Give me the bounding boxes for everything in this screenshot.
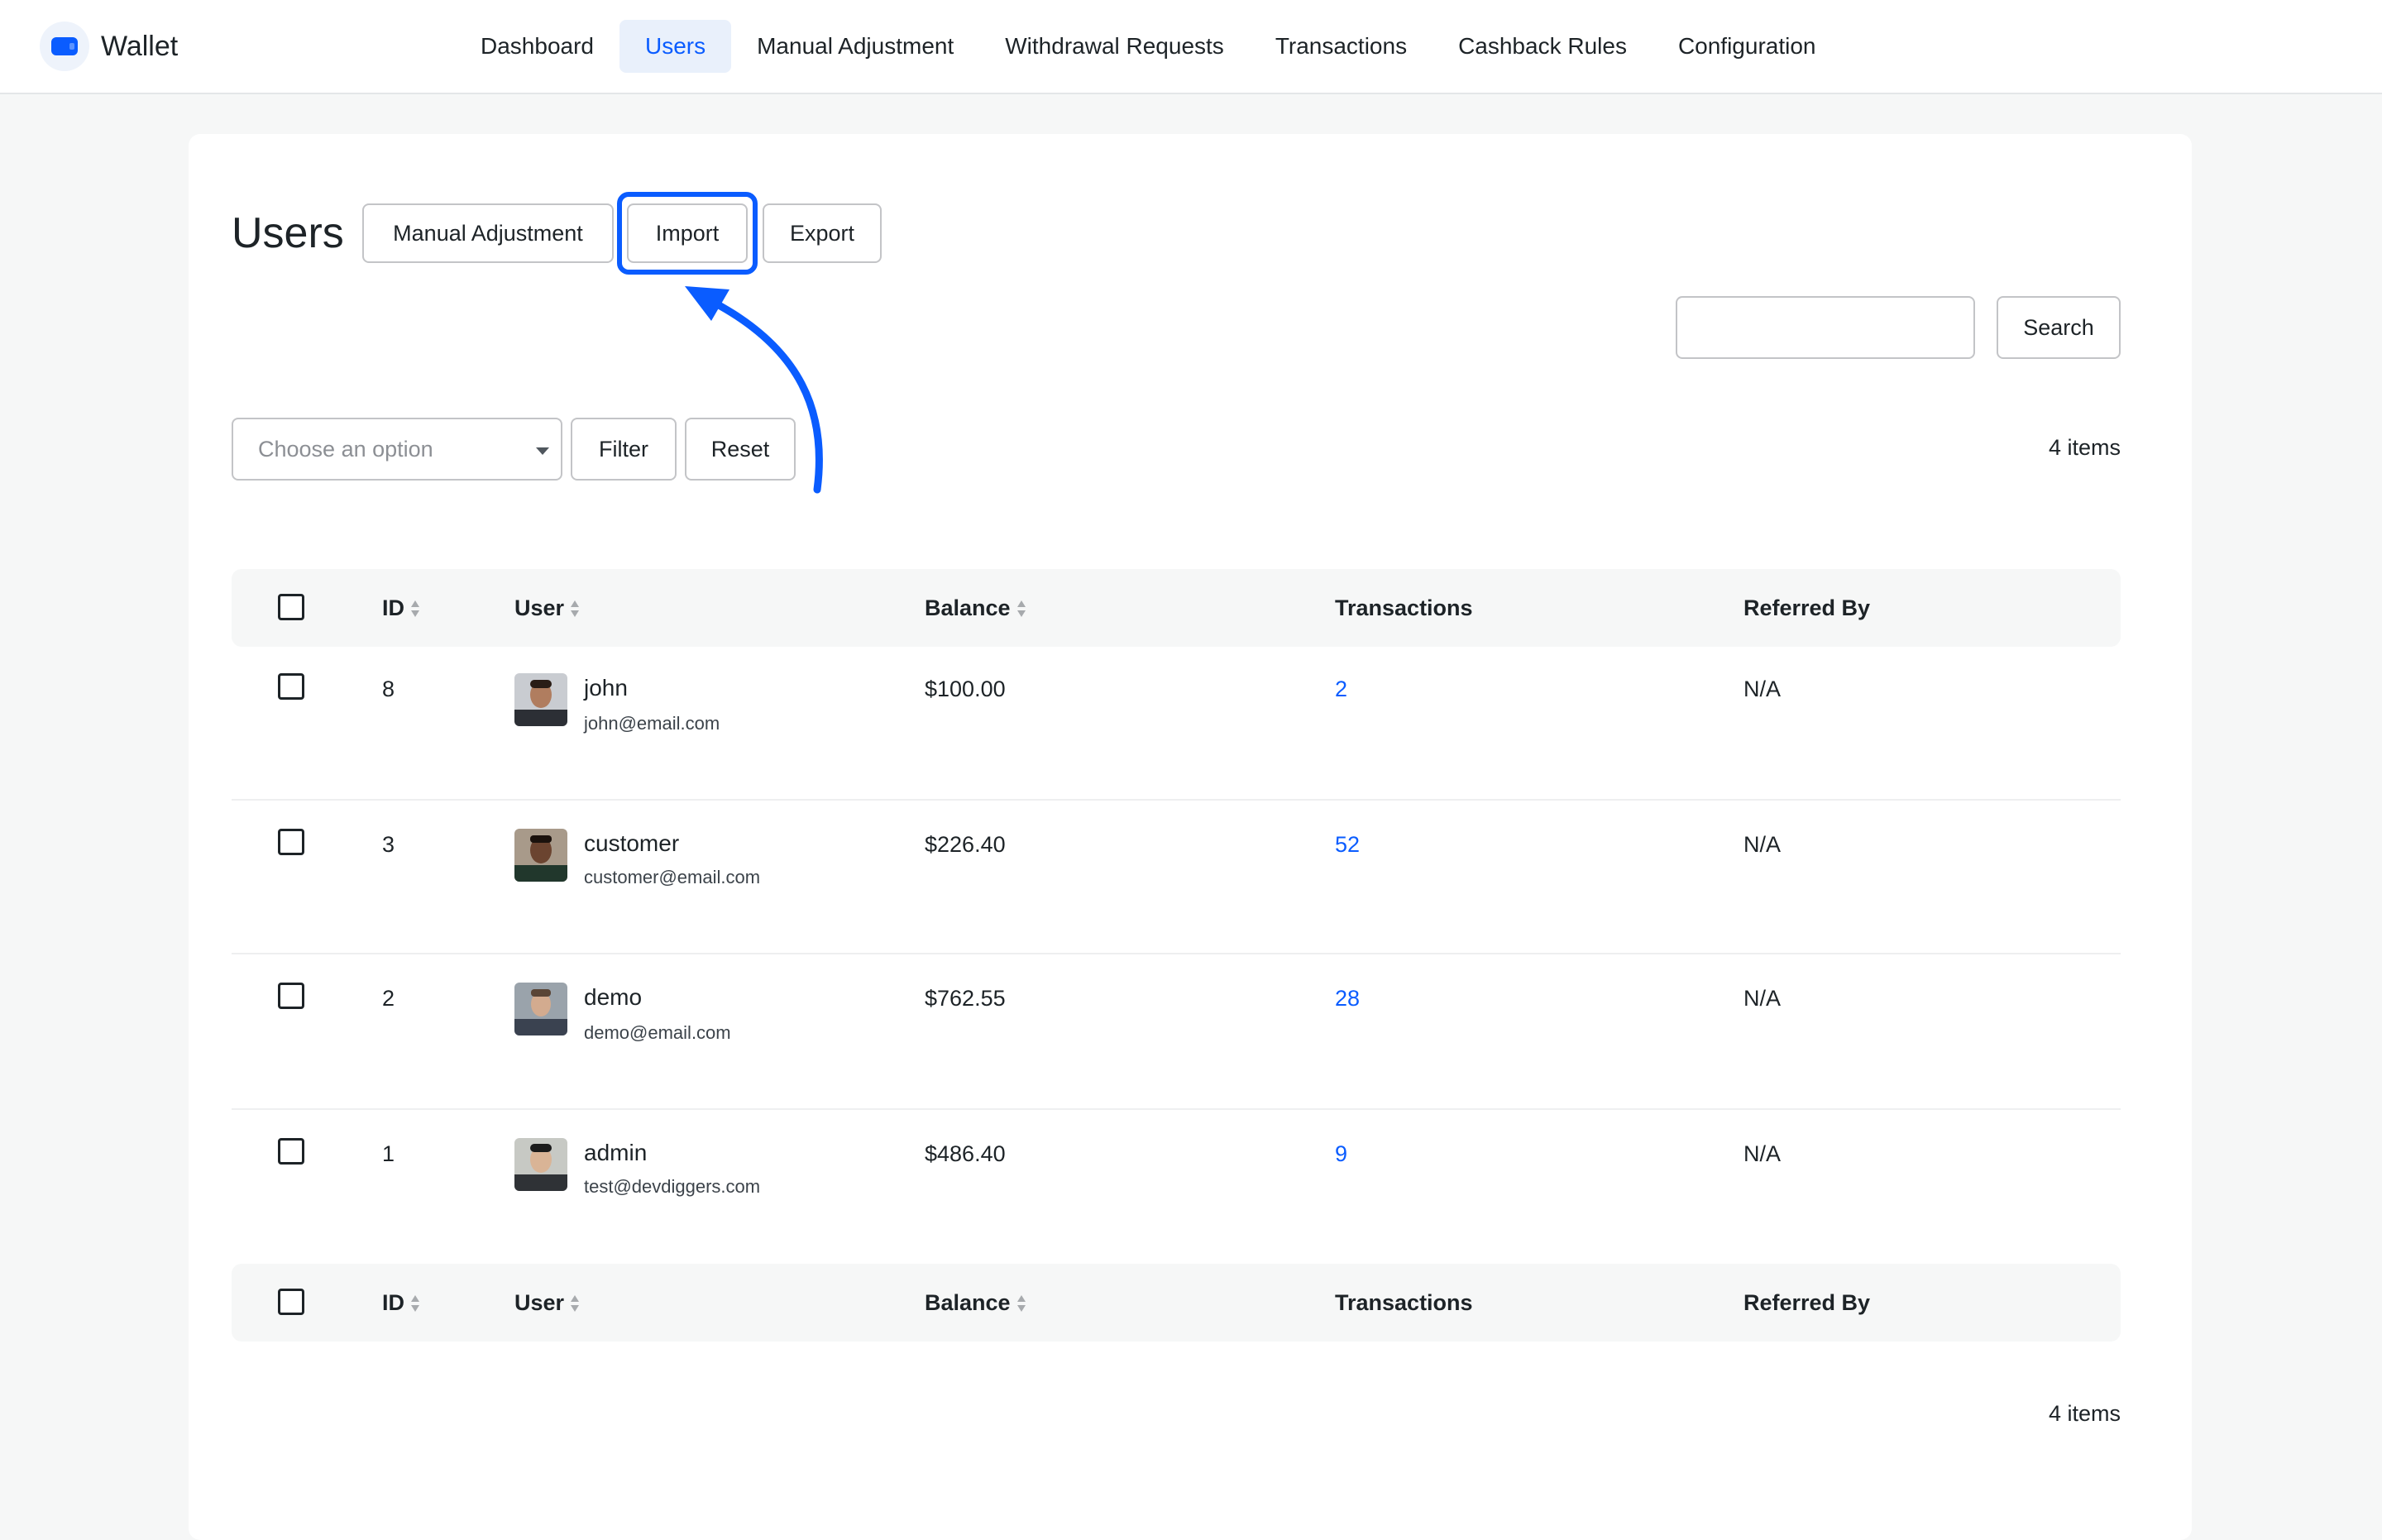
row-divider — [232, 799, 2121, 801]
avatar — [514, 829, 567, 882]
nav-item-dashboard[interactable]: Dashboard — [455, 20, 619, 73]
row-id: 3 — [382, 832, 395, 857]
avatar — [514, 983, 567, 1035]
column-footer-user[interactable]: User — [514, 1290, 580, 1316]
manual-adjustment-button[interactable]: Manual Adjustment — [362, 203, 614, 263]
row-balance: $486.40 — [925, 1141, 1006, 1166]
search-button[interactable]: Search — [1997, 296, 2121, 359]
column-header-user[interactable]: User — [514, 595, 580, 621]
nav-item-withdrawal-requests[interactable]: Withdrawal Requests — [979, 20, 1250, 73]
sort-icon — [411, 1294, 419, 1313]
app-title: Wallet — [101, 30, 179, 62]
top-navigation-bar: Wallet Dashboard Users Manual Adjustment… — [0, 0, 2382, 94]
reset-button[interactable]: Reset — [685, 418, 796, 481]
sort-icon — [571, 599, 580, 619]
row-checkbox[interactable] — [278, 673, 304, 700]
user-email: john@email.com — [584, 713, 720, 734]
row-referred-by: N/A — [1743, 986, 1782, 1011]
table-header: ID User Balance Transactions Referred By — [232, 569, 2121, 647]
nav-item-configuration[interactable]: Configuration — [1653, 20, 1842, 73]
row-transactions-link[interactable]: 9 — [1335, 1141, 1347, 1167]
row-checkbox[interactable] — [278, 1138, 304, 1165]
row-transactions-link[interactable]: 28 — [1335, 986, 1360, 1012]
row-balance: $762.55 — [925, 986, 1006, 1011]
column-footer-referred-by: Referred By — [1743, 1290, 1871, 1315]
import-highlight-box — [617, 192, 758, 275]
sort-icon — [571, 1294, 580, 1313]
select-all-checkbox-footer[interactable] — [278, 1289, 304, 1315]
user-name[interactable]: customer — [584, 830, 679, 857]
row-transactions-link[interactable]: 52 — [1335, 832, 1360, 858]
row-balance: $100.00 — [925, 677, 1006, 701]
avatar — [514, 1138, 567, 1191]
sort-icon — [1016, 599, 1026, 619]
row-referred-by: N/A — [1743, 677, 1782, 701]
user-name[interactable]: demo — [584, 984, 642, 1011]
user-email: demo@email.com — [584, 1022, 731, 1043]
row-referred-by: N/A — [1743, 1141, 1782, 1166]
brand[interactable]: Wallet — [40, 20, 178, 73]
row-balance: $226.40 — [925, 832, 1006, 857]
user-email: test@devdiggers.com — [584, 1176, 761, 1197]
items-count-top: 4 items — [2048, 435, 2121, 460]
page-title: Users — [232, 209, 344, 257]
row-id: 8 — [382, 677, 395, 701]
row-id: 2 — [382, 986, 395, 1011]
filter-select-placeholder: Choose an option — [258, 436, 433, 462]
sort-icon — [411, 599, 419, 619]
wallet-logo-icon — [40, 22, 89, 71]
column-balance-label: Balance — [925, 1290, 1011, 1315]
export-button[interactable]: Export — [763, 203, 882, 263]
items-count-bottom: 4 items — [2048, 1401, 2121, 1426]
column-footer-balance[interactable]: Balance — [925, 1290, 1026, 1316]
avatar — [514, 673, 567, 726]
column-id-label: ID — [382, 1290, 404, 1315]
row-divider — [232, 953, 2121, 954]
row-divider — [232, 1108, 2121, 1110]
filter-select[interactable]: Choose an option — [232, 418, 562, 481]
column-header-balance[interactable]: Balance — [925, 595, 1026, 621]
row-transactions-link[interactable]: 2 — [1335, 677, 1347, 702]
chevron-down-icon — [536, 447, 549, 455]
row-checkbox[interactable] — [278, 829, 304, 855]
nav-item-cashback-rules[interactable]: Cashback Rules — [1433, 20, 1653, 73]
row-checkbox[interactable] — [278, 983, 304, 1009]
column-header-id[interactable]: ID — [382, 595, 419, 621]
filter-button[interactable]: Filter — [571, 418, 677, 481]
column-user-label: User — [514, 1290, 565, 1315]
sort-icon — [1016, 1294, 1026, 1313]
row-referred-by: N/A — [1743, 832, 1782, 857]
user-name[interactable]: admin — [584, 1140, 647, 1166]
column-footer-transactions: Transactions — [1335, 1290, 1473, 1315]
column-balance-label: Balance — [925, 595, 1011, 620]
nav-item-users[interactable]: Users — [619, 20, 732, 73]
column-header-transactions: Transactions — [1335, 595, 1473, 620]
column-id-label: ID — [382, 595, 404, 620]
column-user-label: User — [514, 595, 565, 620]
select-all-checkbox[interactable] — [278, 594, 304, 620]
nav-item-transactions[interactable]: Transactions — [1250, 20, 1433, 73]
table-footer-header: ID User Balance Transactions Referred By — [232, 1264, 2121, 1342]
user-email: customer@email.com — [584, 867, 761, 887]
user-name[interactable]: john — [584, 675, 628, 701]
column-header-referred-by: Referred By — [1743, 595, 1871, 620]
nav-item-manual-adjustment[interactable]: Manual Adjustment — [731, 20, 979, 73]
row-id: 1 — [382, 1141, 395, 1166]
search-input[interactable] — [1676, 296, 1975, 359]
main-nav: Dashboard Users Manual Adjustment Withdr… — [455, 20, 1842, 73]
column-footer-id[interactable]: ID — [382, 1290, 419, 1316]
